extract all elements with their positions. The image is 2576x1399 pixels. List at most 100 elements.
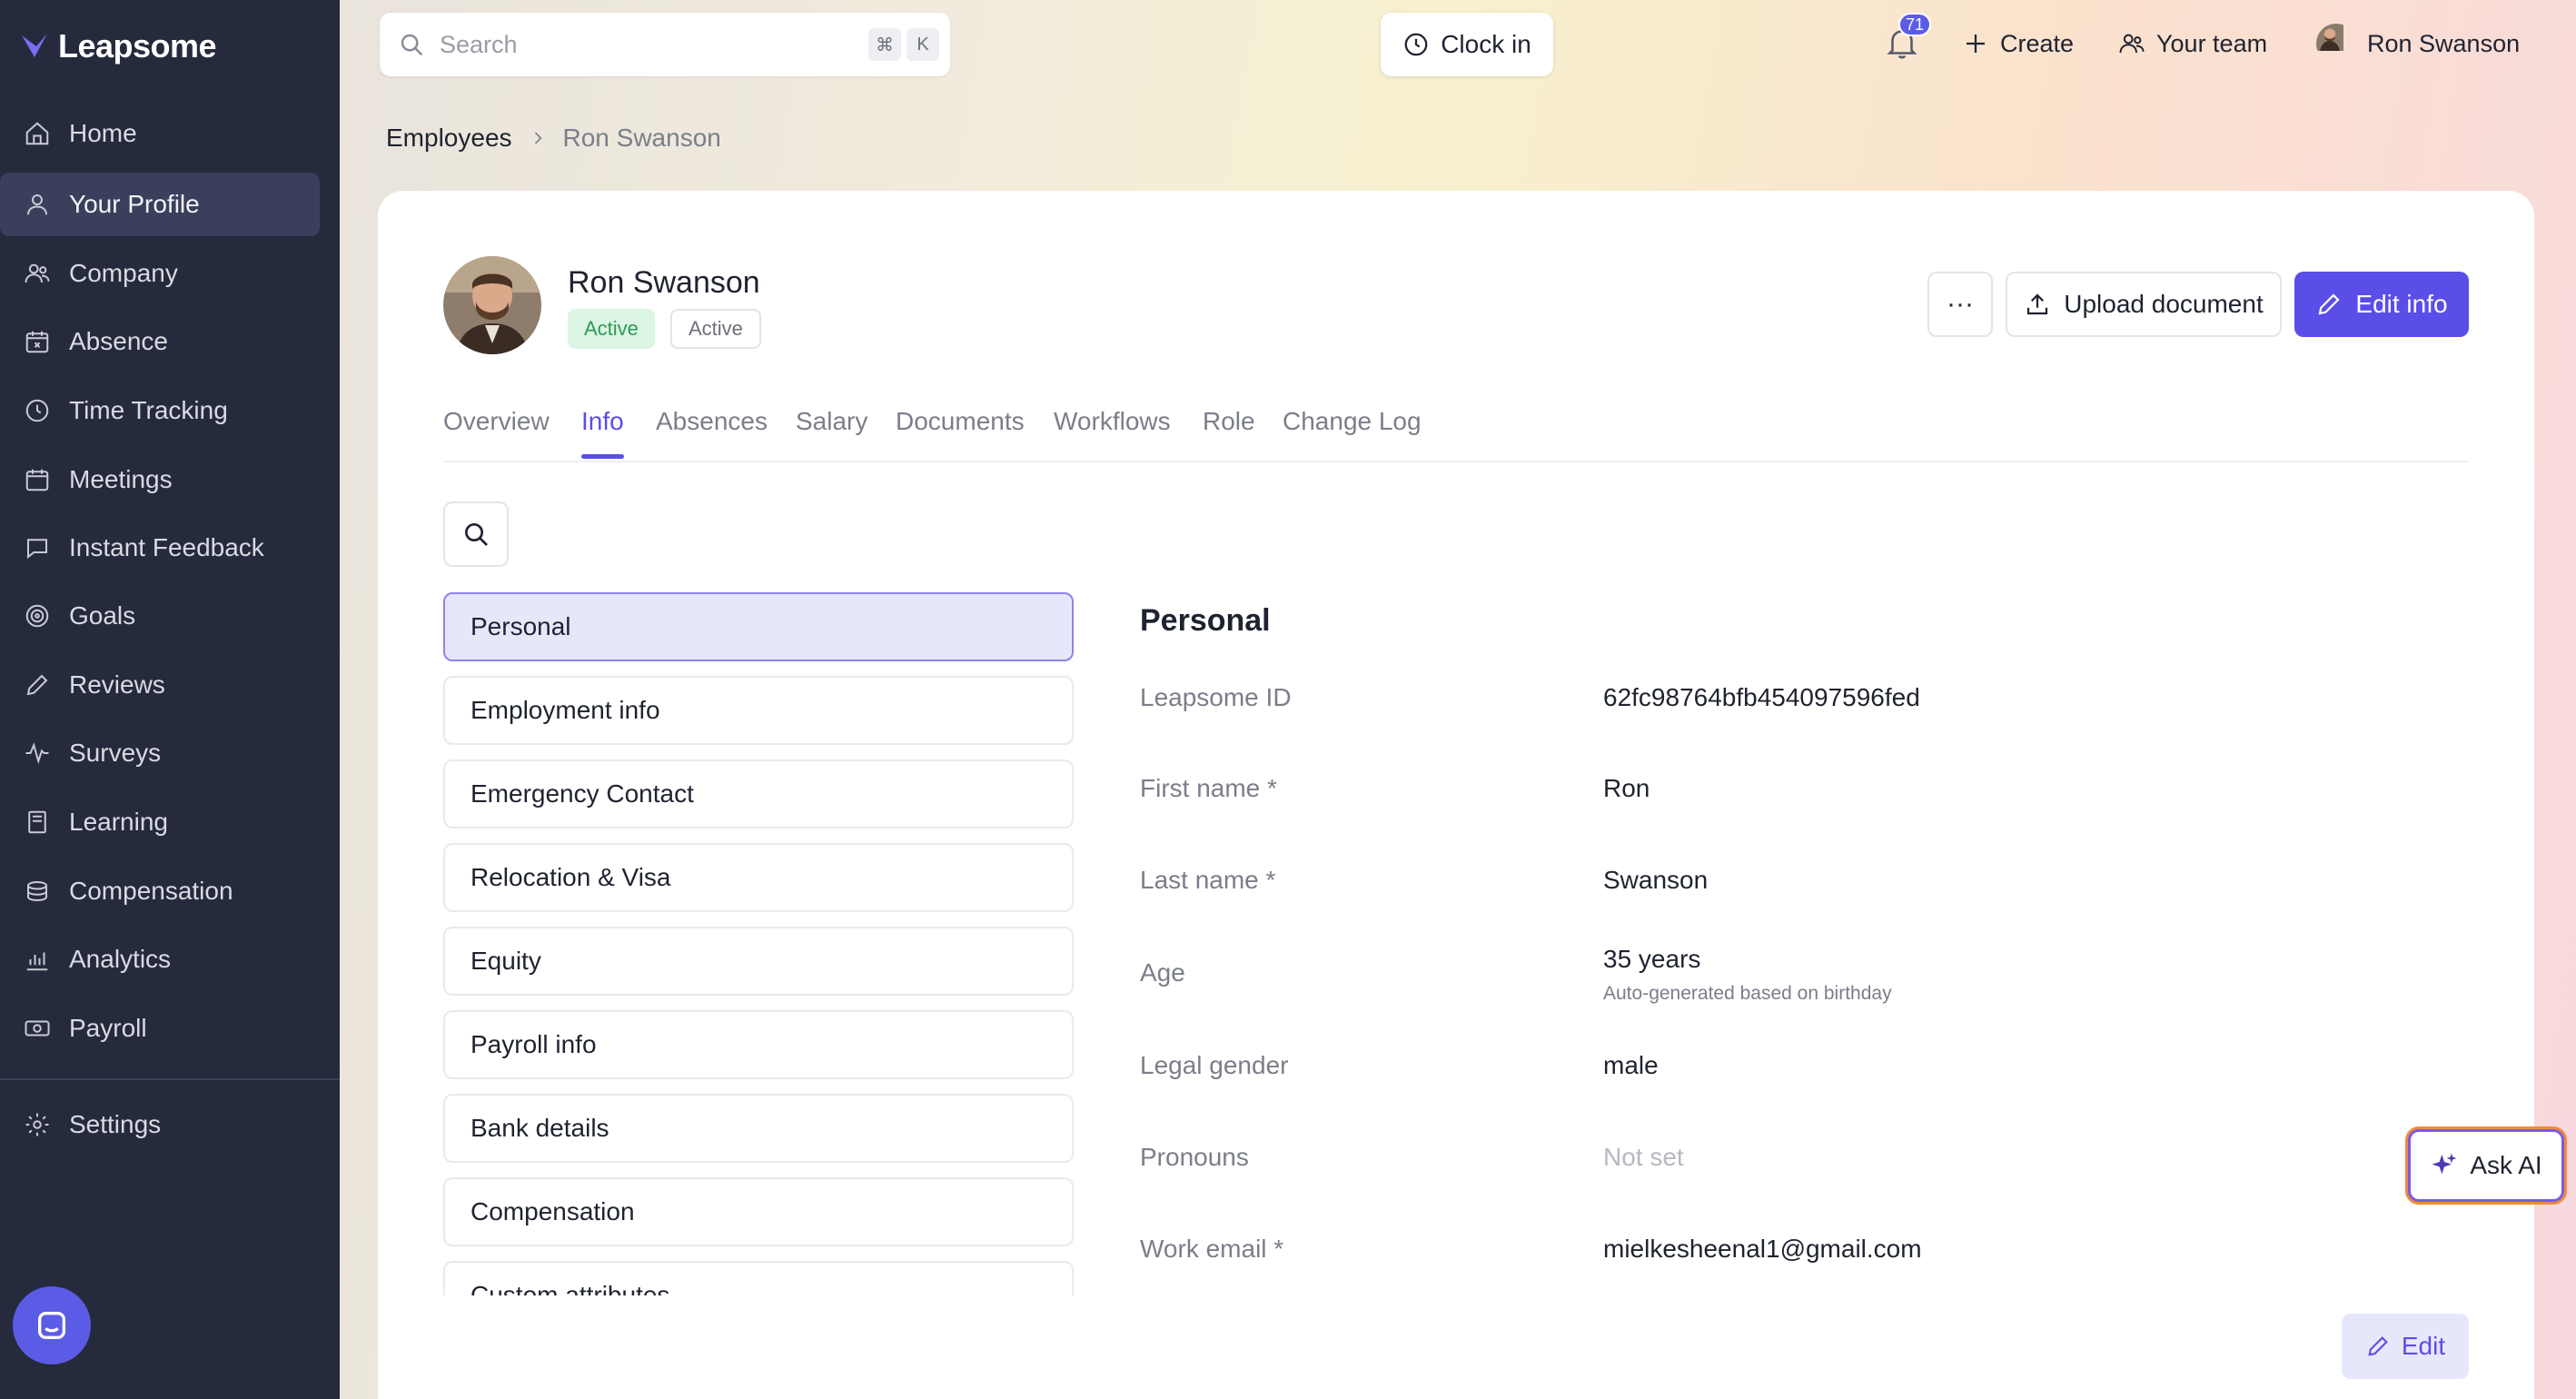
- calendar-icon: [25, 469, 49, 491]
- user-menu[interactable]: Ron Swanson: [2316, 24, 2520, 64]
- sidebar-item-label: Surveys: [69, 739, 162, 767]
- sidebar-item-instant-feedback[interactable]: Instant Feedback: [0, 516, 320, 580]
- sidebar-item-goals[interactable]: Goals: [0, 584, 320, 648]
- your-team-label: Your team: [2156, 29, 2268, 57]
- field-label-first-name: First name *: [1140, 774, 1277, 802]
- chat-icon: [27, 539, 47, 560]
- sidebar-item-label: Time Tracking: [69, 396, 228, 424]
- sidebar-item-meetings[interactable]: Meetings: [0, 448, 320, 511]
- tab-info[interactable]: Info: [581, 407, 624, 461]
- calendar-x-icon: [25, 331, 49, 353]
- sidebar-item-absence[interactable]: Absence: [0, 310, 320, 373]
- sidebar-item-compensation[interactable]: Compensation: [0, 859, 320, 923]
- sidebar-item-label: Your Profile: [69, 190, 200, 218]
- create-button[interactable]: Create: [1962, 25, 2074, 62]
- chevron-right-icon: [534, 132, 542, 144]
- tab-workflows[interactable]: Workflows: [1054, 407, 1171, 461]
- sidebar-item-learning[interactable]: Learning: [0, 790, 320, 854]
- more-options-button[interactable]: ···: [1927, 272, 1993, 337]
- pencil-icon: [26, 674, 48, 696]
- sidebar-item-home[interactable]: Home: [0, 102, 320, 165]
- sidebar-item-label: Meetings: [69, 465, 173, 493]
- sidebar: Leapsome Home Your Profile Company Absen…: [0, 0, 340, 1399]
- profile-name: Ron Swanson: [568, 265, 760, 300]
- sidebar-item-label: Compensation: [69, 877, 233, 905]
- field-label-legal-gender: Legal gender: [1140, 1051, 1289, 1079]
- search-input[interactable]: [440, 30, 821, 59]
- section-personal[interactable]: Personal: [443, 592, 1074, 661]
- people-icon: [2119, 34, 2145, 54]
- section-custom-attributes[interactable]: Custom attributes: [443, 1261, 1074, 1295]
- sidebar-item-time-tracking[interactable]: Time Tracking: [0, 379, 320, 442]
- search-icon: [465, 523, 488, 546]
- upload-document-label: Upload document: [2064, 290, 2264, 318]
- field-value-work-email: mielkesheenal1@gmail.com: [1603, 1235, 1922, 1263]
- global-search[interactable]: ⌘ K: [380, 13, 950, 76]
- section-list: Personal Employment info Emergency Conta…: [441, 592, 1075, 1295]
- sidebar-item-analytics[interactable]: Analytics: [0, 928, 320, 991]
- support-chat-button[interactable]: [13, 1286, 91, 1364]
- section-search-button[interactable]: [443, 501, 509, 567]
- tab-salary[interactable]: Salary: [796, 407, 867, 461]
- ask-ai-button[interactable]: Ask AI: [2408, 1129, 2564, 1202]
- tab-documents[interactable]: Documents: [896, 407, 1025, 461]
- section-relocation-visa[interactable]: Relocation & Visa: [443, 843, 1074, 912]
- sidebar-item-label: Analytics: [69, 945, 172, 973]
- sidebar-item-label: Reviews: [69, 670, 165, 699]
- breadcrumb: Employees Ron Swanson: [386, 124, 721, 153]
- leapsome-logo-icon: [22, 34, 47, 57]
- field-label-age: Age: [1140, 958, 1185, 987]
- app-logo[interactable]: Leapsome: [18, 27, 217, 65]
- clock-in-button[interactable]: Clock in: [1381, 13, 1553, 76]
- sidebar-item-reviews[interactable]: Reviews: [0, 653, 320, 717]
- sidebar-item-label: Settings: [69, 1110, 162, 1138]
- chart-icon: [26, 952, 48, 971]
- sidebar-item-company[interactable]: Company: [0, 242, 320, 305]
- sidebar-item-payroll[interactable]: Payroll: [0, 997, 320, 1060]
- sidebar-item-label: Instant Feedback: [69, 533, 264, 561]
- home-icon: [25, 122, 49, 145]
- upload-document-button[interactable]: Upload document: [2006, 272, 2282, 337]
- detail-title: Personal: [1140, 603, 1271, 638]
- section-employment-info[interactable]: Employment info: [443, 676, 1074, 745]
- tab-role[interactable]: Role: [1203, 407, 1255, 461]
- notification-count-badge: 71: [1898, 13, 1932, 36]
- tab-absences[interactable]: Absences: [656, 407, 768, 461]
- edit-section-button[interactable]: Edit: [2342, 1314, 2469, 1379]
- shortcut-key-k: K: [907, 28, 939, 61]
- breadcrumb-current: Ron Swanson: [562, 124, 721, 152]
- sidebar-item-label: Home: [69, 119, 137, 147]
- field-value-age: 35 years: [1603, 945, 1701, 973]
- section-equity[interactable]: Equity: [443, 927, 1074, 996]
- tab-overview[interactable]: Overview: [443, 407, 550, 461]
- field-label-pronouns: Pronouns: [1140, 1143, 1249, 1171]
- section-bank-details[interactable]: Bank details: [443, 1094, 1074, 1163]
- clock-in-label: Clock in: [1441, 30, 1531, 58]
- sidebar-item-label: Goals: [69, 601, 136, 630]
- sparkle-icon: [2432, 1153, 2457, 1175]
- profile-avatar: [443, 256, 541, 354]
- status-badge-secondary: Active: [670, 309, 761, 349]
- gear-icon: [25, 1113, 49, 1136]
- section-compensation[interactable]: Compensation: [443, 1177, 1074, 1246]
- clock-icon: [25, 399, 49, 422]
- sidebar-item-label: Absence: [69, 327, 168, 355]
- field-label-work-email: Work email *: [1140, 1235, 1284, 1263]
- sidebar-item-your-profile[interactable]: Your Profile: [0, 173, 320, 236]
- plus-icon: [1967, 35, 1985, 53]
- pencil-icon: [2318, 293, 2340, 315]
- search-icon: [401, 34, 423, 56]
- sidebar-item-surveys[interactable]: Surveys: [0, 721, 320, 785]
- book-icon: [28, 810, 46, 834]
- section-payroll-info[interactable]: Payroll info: [443, 1010, 1074, 1079]
- avatar: [2316, 24, 2356, 64]
- sidebar-divider: [0, 1078, 340, 1080]
- tabs-divider: [443, 461, 2469, 462]
- section-emergency-contact[interactable]: Emergency Contact: [443, 759, 1074, 828]
- field-value-legal-gender: male: [1603, 1051, 1659, 1079]
- edit-info-button[interactable]: Edit info: [2294, 272, 2469, 337]
- sidebar-item-settings[interactable]: Settings: [0, 1093, 320, 1156]
- tab-change-log[interactable]: Change Log: [1283, 407, 1422, 461]
- breadcrumb-employees[interactable]: Employees: [386, 124, 512, 153]
- your-team-button[interactable]: Your team: [2118, 25, 2267, 62]
